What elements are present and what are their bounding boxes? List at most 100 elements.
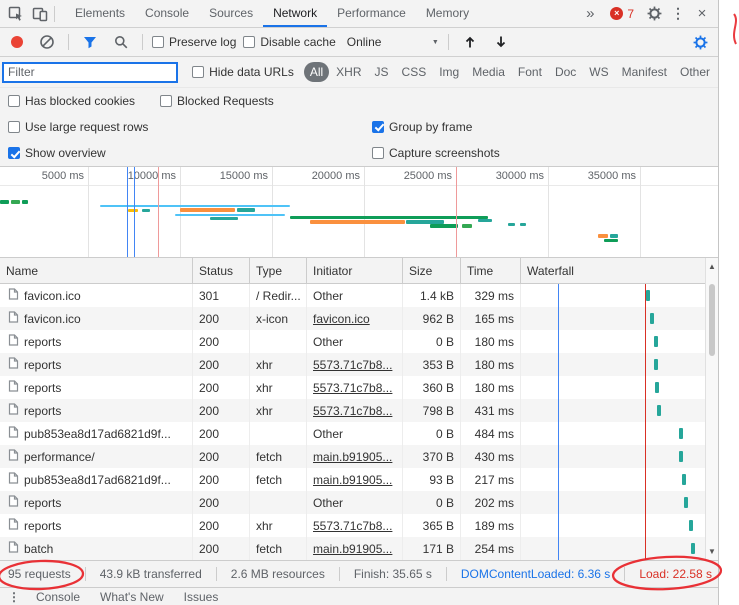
table-row[interactable]: reports 200 xhr 5573.71c7b8... 353 B 180… [0, 353, 718, 376]
filter-pill-font[interactable]: Font [512, 62, 548, 82]
drawer-tab-what-s-new[interactable]: What's New [90, 588, 174, 605]
filter-funnel-icon[interactable] [78, 31, 102, 53]
settings-gear-icon[interactable] [642, 3, 666, 25]
filter-pill-css[interactable]: CSS [396, 62, 433, 82]
tab-sources[interactable]: Sources [199, 0, 263, 27]
column-header-name[interactable]: Name [0, 258, 193, 283]
column-header-initiator[interactable]: Initiator [307, 258, 403, 283]
vertical-scrollbar[interactable]: ▲ ▼ [705, 258, 718, 560]
drawer-tab-issues[interactable]: Issues [174, 588, 229, 605]
request-initiator[interactable]: 5573.71c7b8... [307, 353, 403, 376]
scrollbar-thumb[interactable] [709, 284, 715, 356]
table-row[interactable]: batch 200 fetch main.b91905... 171 B 254… [0, 537, 718, 560]
scrollbar-up-icon[interactable]: ▲ [706, 262, 718, 271]
close-icon[interactable]: × [690, 3, 714, 25]
tab-elements[interactable]: Elements [65, 0, 135, 27]
request-initiator[interactable]: 5573.71c7b8... [307, 376, 403, 399]
filter-pill-other[interactable]: Other [674, 62, 716, 82]
request-initiator[interactable]: 5573.71c7b8... [307, 514, 403, 537]
table-row[interactable]: reports 200 Other 0 B 180 ms [0, 330, 718, 353]
has-blocked-cookies-checkbox[interactable] [8, 94, 20, 107]
tab-network[interactable]: Network [263, 0, 328, 27]
hide-data-urls-checkbox[interactable] [192, 66, 205, 78]
tab-performance[interactable]: Performance [327, 0, 416, 27]
column-header-status[interactable]: Status [193, 258, 250, 283]
show-overview-checkbox[interactable] [8, 147, 20, 159]
request-initiator[interactable]: main.b91905... [307, 445, 403, 468]
table-row[interactable]: favicon.ico 301 / Redir... Other 1.4 kB … [0, 284, 718, 307]
drawer-kebab-icon[interactable]: ⋮ [8, 590, 24, 604]
request-initiator[interactable]: 5573.71c7b8... [307, 399, 403, 422]
clear-icon[interactable] [35, 31, 59, 53]
table-row[interactable]: favicon.ico 200 x-icon favicon.ico 962 B… [0, 307, 718, 330]
import-har-icon[interactable] [458, 31, 482, 53]
use-large-request-rows-group[interactable]: Use large request rows [8, 120, 148, 134]
tab-memory[interactable]: Memory [416, 0, 479, 27]
throttling-dropdown[interactable]: Online ▼ [347, 35, 439, 49]
filter-pill-ws[interactable]: WS [583, 62, 614, 82]
filter-pill-js[interactable]: JS [369, 62, 395, 82]
blocked-options-row: Has blocked cookies Blocked Requests [0, 88, 718, 113]
name-cell: pub853ea8d17ad6821d9f... [0, 422, 193, 445]
table-row[interactable]: reports 200 Other 0 B 202 ms [0, 491, 718, 514]
group-by-frame-checkbox[interactable] [372, 120, 384, 133]
capture-screenshots-group[interactable]: Capture screenshots [372, 146, 500, 160]
blocked-requests-group[interactable]: Blocked Requests [160, 94, 274, 108]
preserve-log-checkbox[interactable] [152, 36, 164, 48]
device-toolbar-icon[interactable] [28, 3, 52, 25]
tab-console[interactable]: Console [135, 0, 199, 27]
capture-screenshots-checkbox[interactable] [372, 147, 384, 159]
drawer-tab-console[interactable]: Console [26, 588, 90, 605]
network-overview-timeline[interactable]: 5000 ms 10000 ms 15000 ms 20000 ms 25000 ms 3… [0, 167, 718, 258]
filter-pill-xhr[interactable]: XHR [330, 62, 367, 82]
column-header-size[interactable]: Size [403, 258, 461, 283]
request-waterfall-cell [521, 330, 708, 353]
overview-gridline [88, 167, 89, 257]
filter-pill-all[interactable]: All [303, 62, 330, 82]
hide-data-urls-checkbox-group[interactable]: Hide data URLs [192, 65, 294, 79]
overview-event-line [127, 167, 128, 257]
request-time: 254 ms [461, 537, 521, 560]
waterfall-bar [691, 543, 695, 554]
preserve-log-checkbox-group[interactable]: Preserve log [152, 35, 236, 49]
record-button[interactable] [11, 36, 23, 48]
table-row[interactable]: reports 200 xhr 5573.71c7b8... 360 B 180… [0, 376, 718, 399]
request-initiator[interactable]: main.b91905... [307, 468, 403, 491]
blocked-requests-checkbox[interactable] [160, 94, 172, 107]
request-initiator[interactable]: main.b91905... [307, 537, 403, 560]
show-overview-group[interactable]: Show overview [8, 146, 106, 160]
table-row[interactable]: reports 200 xhr 5573.71c7b8... 798 B 431… [0, 399, 718, 422]
request-time: 189 ms [461, 514, 521, 537]
devtools-tabbar: Elements Console Sources Network Performance… [0, 0, 718, 28]
request-type: xhr [250, 376, 307, 399]
request-name: reports [24, 518, 62, 533]
has-blocked-cookies-group[interactable]: Has blocked cookies [8, 94, 135, 108]
disable-cache-checkbox[interactable] [243, 36, 256, 48]
filter-pill-manifest[interactable]: Manifest [616, 62, 673, 82]
request-size: 93 B [403, 468, 461, 491]
scrollbar-down-icon[interactable]: ▼ [706, 547, 718, 556]
search-icon[interactable] [109, 31, 133, 53]
table-row[interactable]: pub853ea8d17ad6821d9f... 200 fetch main.… [0, 468, 718, 491]
kebab-menu-icon[interactable]: ⋮ [666, 3, 690, 25]
column-header-waterfall[interactable]: Waterfall [521, 258, 708, 283]
table-row[interactable]: performance/ 200 fetch main.b91905... 37… [0, 445, 718, 468]
more-tabs-icon[interactable]: » [578, 3, 602, 25]
disable-cache-checkbox-group[interactable]: Disable cache [243, 35, 336, 49]
table-row[interactable]: reports 200 xhr 5573.71c7b8... 365 B 189… [0, 514, 718, 537]
inspect-element-icon[interactable] [4, 3, 28, 25]
filter-pill-media[interactable]: Media [466, 62, 511, 82]
request-initiator[interactable]: favicon.ico [307, 307, 403, 330]
network-settings-gear-icon[interactable] [688, 31, 712, 53]
column-header-type[interactable]: Type [250, 258, 307, 283]
filter-input[interactable] [2, 61, 179, 83]
filter-pill-doc[interactable]: Doc [549, 62, 582, 82]
error-badge[interactable]: × 7 [602, 7, 642, 21]
group-by-frame-group[interactable]: Group by frame [372, 120, 472, 134]
table-row[interactable]: pub853ea8d17ad6821d9f... 200 Other 0 B 4… [0, 422, 718, 445]
export-har-icon[interactable] [489, 31, 513, 53]
filter-pill-img[interactable]: Img [433, 62, 465, 82]
column-header-time[interactable]: Time [461, 258, 521, 283]
use-large-request-rows-checkbox[interactable] [8, 120, 20, 133]
waterfall-bar [657, 405, 661, 416]
